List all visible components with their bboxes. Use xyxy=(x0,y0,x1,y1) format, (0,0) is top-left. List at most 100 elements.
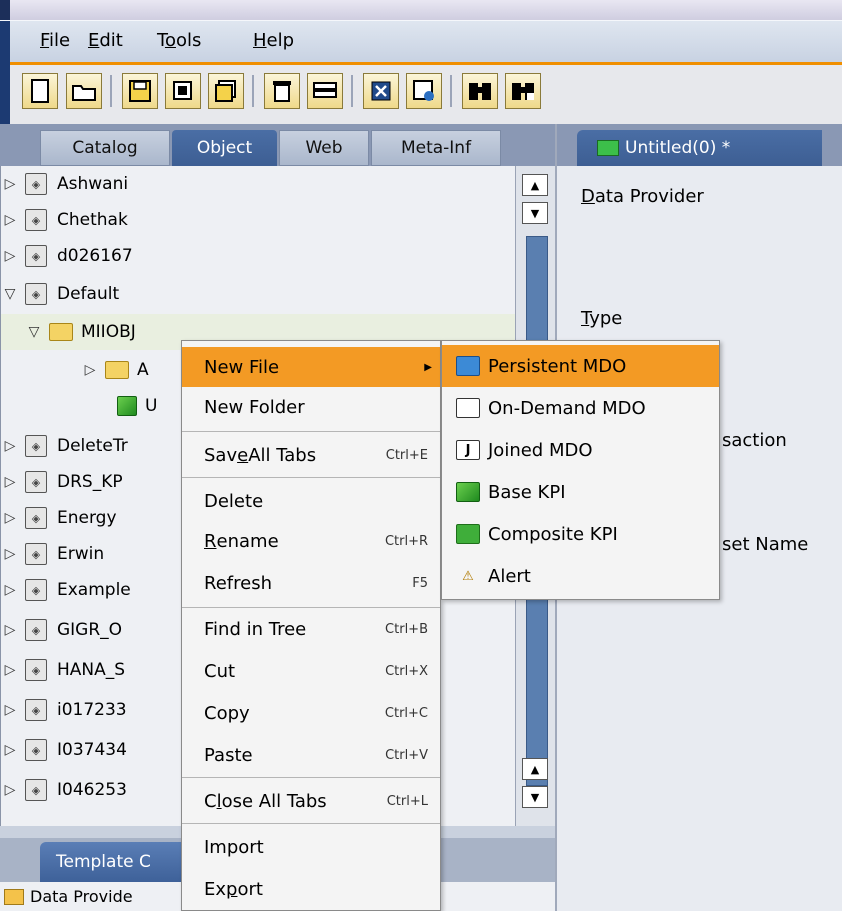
save-all-button[interactable] xyxy=(208,73,244,109)
print-button[interactable] xyxy=(307,73,343,109)
alert-menu-item[interactable]: ⚠ Alert xyxy=(442,555,719,597)
submenu-arrow-icon: ▶ xyxy=(424,361,432,373)
save-all-tabs-menu-item[interactable]: Sav e All Tabs Ctrl+E xyxy=(182,435,440,475)
base-kpi-menu-item[interactable]: Base KPI xyxy=(442,471,719,513)
delete-menu-item[interactable]: Delete xyxy=(182,481,440,521)
delete-button[interactable] xyxy=(264,73,300,109)
project-icon: ◈ xyxy=(25,435,47,457)
expand-icon[interactable]: ▷ xyxy=(1,176,19,192)
cut-menu-item[interactable]: Cut Ctrl+X xyxy=(182,651,440,691)
menu-separator xyxy=(182,477,440,478)
new-folder-menu-item[interactable]: New Folder xyxy=(182,387,440,427)
scroll-page-up-button[interactable]: ▲ xyxy=(522,758,548,780)
menu-file[interactable]: File xyxy=(40,30,70,51)
expand-icon[interactable]: ▷ xyxy=(1,212,19,228)
expand-icon[interactable]: ▷ xyxy=(1,702,19,718)
save-as-icon xyxy=(173,81,192,100)
import-menu-item[interactable]: Import xyxy=(182,827,440,867)
expand-icon[interactable]: ▷ xyxy=(1,782,19,798)
expand-icon[interactable]: ▷ xyxy=(1,438,19,454)
menu-separator xyxy=(182,607,440,608)
scroll-down-button[interactable]: ▼ xyxy=(522,786,548,808)
tree-node[interactable]: ▷ ◈ Chethak xyxy=(1,202,515,238)
toolbar xyxy=(0,62,842,127)
dataset-name-label: set Name xyxy=(722,534,809,555)
tree-node[interactable]: ▽ ◈ Default xyxy=(1,276,515,312)
find-in-tree-menu-item[interactable]: Find in Tree Ctrl+B xyxy=(182,609,440,649)
save-button[interactable] xyxy=(122,73,158,109)
refresh-menu-item[interactable]: Refresh F5 xyxy=(182,563,440,603)
project-icon: ◈ xyxy=(25,209,47,231)
persistent-mdo-menu-item[interactable]: Persistent MDO xyxy=(442,345,719,387)
binoculars-icon xyxy=(469,83,491,100)
tab-catalog[interactable]: Catalog xyxy=(40,130,170,166)
expand-icon[interactable]: ▷ xyxy=(1,662,19,678)
folder-icon xyxy=(105,361,129,379)
tab-untitled[interactable]: Untitled(0) * xyxy=(577,130,822,166)
find-next-button[interactable] xyxy=(505,73,541,109)
scroll-page-down-button[interactable]: ▼ xyxy=(522,202,548,224)
joined-mdo-icon: J xyxy=(456,440,480,460)
toolbar-separator xyxy=(252,75,254,107)
properties-button[interactable] xyxy=(406,73,442,109)
menu-separator xyxy=(182,777,440,778)
expand-icon[interactable]: ▷ xyxy=(1,474,19,490)
toolbar-separator xyxy=(450,75,452,107)
paste-menu-item[interactable]: Paste Ctrl+V xyxy=(182,735,440,775)
transaction-label: saction xyxy=(722,430,787,451)
save-as-button[interactable] xyxy=(165,73,201,109)
open-button[interactable] xyxy=(66,73,102,109)
joined-mdo-menu-item[interactable]: J Joined MDO xyxy=(442,429,719,471)
tree-node[interactable]: ▷ ◈ Ashwani xyxy=(1,166,515,202)
new-document-button[interactable] xyxy=(22,73,58,109)
close-button[interactable] xyxy=(363,73,399,109)
export-menu-item[interactable]: Ex p ort xyxy=(182,869,440,909)
tab-web[interactable]: Web xyxy=(279,130,369,166)
context-menu: New File ▶ New Folder Sav e All Tabs Ctrl+E… xyxy=(181,340,441,911)
persistent-mdo-icon xyxy=(456,356,480,376)
open-folder-icon xyxy=(72,85,96,101)
menu-tools[interactable]: Tools xyxy=(157,30,201,51)
expand-icon[interactable]: ▷ xyxy=(1,622,19,638)
tree-node[interactable]: ▷ ◈ d026167 xyxy=(1,238,515,274)
new-file-menu-item[interactable]: New File ▶ xyxy=(182,347,440,387)
window-titlebar xyxy=(0,0,842,20)
project-icon: ◈ xyxy=(25,543,47,565)
on-demand-mdo-menu-item[interactable]: On-Demand MDO xyxy=(442,387,719,429)
composite-kpi-icon xyxy=(456,524,480,544)
data-provider-icon xyxy=(4,888,24,905)
copy-menu-item[interactable]: Copy Ctrl+C xyxy=(182,693,440,733)
close-icon xyxy=(371,81,391,101)
menubar-edge xyxy=(0,21,10,63)
menu-edit[interactable]: Edit xyxy=(88,30,123,51)
project-icon: ◈ xyxy=(25,173,47,195)
menu-help[interactable]: Help xyxy=(253,30,294,51)
expand-icon[interactable]: ▷ xyxy=(1,248,19,264)
composite-kpi-menu-item[interactable]: Composite KPI xyxy=(442,513,719,555)
new-document-icon xyxy=(31,79,49,103)
save-icon xyxy=(129,80,151,102)
type-label: Type xyxy=(581,308,623,329)
kpi-cube-icon xyxy=(117,396,137,416)
navigator-tabs: Catalog Object Web Meta-Inf xyxy=(0,124,555,166)
expand-icon[interactable]: ▷ xyxy=(1,582,19,598)
find-button[interactable] xyxy=(462,73,498,109)
collapse-icon[interactable]: ▽ xyxy=(1,286,19,302)
collapse-icon[interactable]: ▽ xyxy=(25,324,43,340)
scroll-up-button[interactable]: ▲ xyxy=(522,174,548,196)
expand-icon[interactable]: ▷ xyxy=(81,362,99,378)
expand-icon[interactable]: ▷ xyxy=(1,742,19,758)
project-icon: ◈ xyxy=(25,507,47,529)
rename-menu-item[interactable]: Rename Ctrl+R xyxy=(182,521,440,561)
project-icon: ◈ xyxy=(25,739,47,761)
expand-icon[interactable]: ▷ xyxy=(1,510,19,526)
project-icon: ◈ xyxy=(25,579,47,601)
tab-object[interactable]: Object xyxy=(172,130,277,166)
binoculars-next-icon xyxy=(512,83,534,100)
close-all-tabs-menu-item[interactable]: Cl ose All Tabs Ctrl+L xyxy=(182,781,440,821)
tab-meta-inf[interactable]: Meta-Inf xyxy=(371,130,501,166)
on-demand-mdo-icon xyxy=(456,398,480,418)
expand-icon[interactable]: ▷ xyxy=(1,546,19,562)
project-icon: ◈ xyxy=(25,245,47,267)
warning-icon: ⚠ xyxy=(462,568,474,584)
